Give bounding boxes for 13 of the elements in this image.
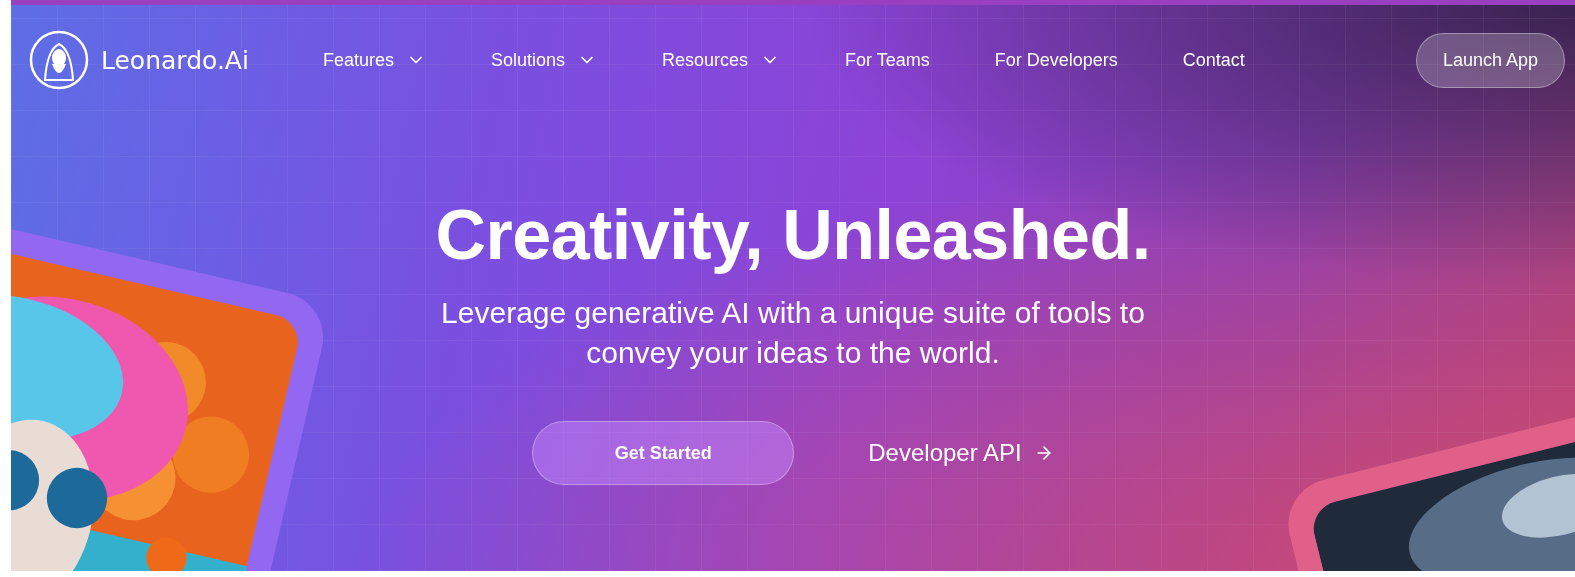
nav-link[interactable]: Contact	[1182, 49, 1245, 71]
brand-name: Leonardo.Ai	[101, 45, 249, 75]
launch-app-button[interactable]: Launch App	[1415, 32, 1565, 88]
developer-api-link[interactable]: Developer API	[868, 439, 1054, 467]
nav-link[interactable]: For Teams	[845, 49, 930, 71]
subtitle: Leverage generative AI with a unique suite of tools to convey your ideas to the world.	[440, 295, 1146, 371]
nav-dropdown[interactable]: Solutions	[490, 49, 597, 71]
get-started-button[interactable]: Get Started	[532, 421, 795, 485]
nav-dropdown[interactable]: Resources	[662, 49, 781, 71]
logo-icon	[29, 30, 89, 90]
nav-link[interactable]: For Developers	[994, 49, 1118, 71]
nav-dropdown[interactable]: Features	[322, 49, 426, 71]
headline: Creativity, Unleashed.	[435, 195, 1151, 275]
